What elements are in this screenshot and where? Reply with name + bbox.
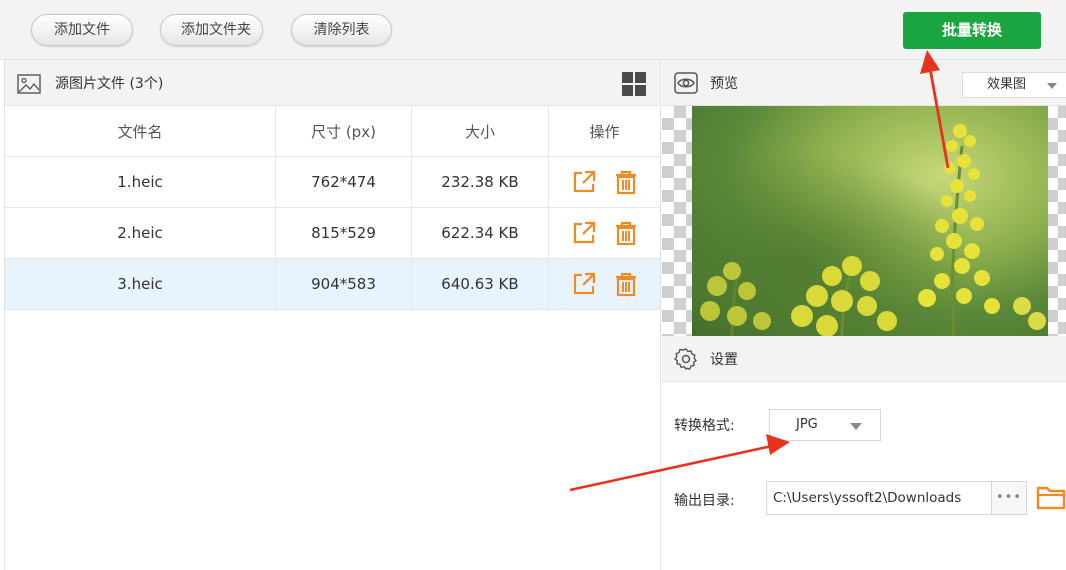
preview-header: 预览 效果图 <box>662 60 1066 106</box>
trash-icon[interactable] <box>613 271 639 297</box>
right-panel: 预览 效果图 设置 转换格式: JPG 输出目录: C:\Users\yssof… <box>662 60 1066 570</box>
file-name: 2.heic <box>5 208 276 258</box>
file-dimensions: 762*474 <box>276 157 412 207</box>
source-files-title: 源图片文件 (3个) <box>55 76 164 92</box>
file-name: 1.heic <box>5 157 276 207</box>
row-actions <box>549 208 660 258</box>
column-header-name[interactable]: 文件名 <box>5 106 276 156</box>
clear-list-button[interactable]: 清除列表 <box>291 14 392 46</box>
settings-title: 设置 <box>710 352 738 368</box>
folder-icon[interactable] <box>1036 483 1066 511</box>
open-external-icon[interactable] <box>571 271 597 297</box>
column-header-actions: 操作 <box>589 122 620 141</box>
format-value: JPG <box>796 417 818 432</box>
eye-icon <box>674 72 698 94</box>
preview-title: 预览 <box>710 76 738 92</box>
file-dimensions: 815*529 <box>276 208 412 258</box>
output-dir-label: 输出目录: <box>674 493 735 509</box>
file-size: 232.38 KB <box>412 157 549 207</box>
settings-header: 设置 <box>662 336 1066 382</box>
column-header-dimensions[interactable]: 尺寸 (px) <box>276 106 412 156</box>
add-file-button[interactable]: 添加文件 <box>31 14 133 46</box>
flower-photo <box>692 106 1048 336</box>
trash-icon[interactable] <box>613 220 639 246</box>
preview-image <box>692 106 1048 336</box>
toolbar: 添加文件 添加文件夹 清除列表 批量转换 <box>0 0 1066 60</box>
output-dir-input[interactable] <box>766 481 992 515</box>
add-folder-button[interactable]: 添加文件夹 <box>160 14 263 46</box>
table-header: 文件名 尺寸 (px) 大小 操作 <box>5 106 660 157</box>
grid-view-icon[interactable] <box>622 72 646 96</box>
file-table: 文件名 尺寸 (px) 大小 操作 1.heic 762*474 232.38 … <box>5 106 660 310</box>
preview-area <box>662 106 1066 336</box>
dropdown-arrow-icon <box>850 423 862 430</box>
file-size: 622.34 KB <box>412 208 549 258</box>
browse-dots-button[interactable]: ••• <box>992 481 1027 515</box>
row-actions <box>549 157 660 207</box>
format-select[interactable]: JPG <box>769 409 881 441</box>
source-files-header: 源图片文件 (3个) <box>5 60 660 106</box>
gear-icon <box>674 348 697 371</box>
table-row[interactable]: 3.heic 904*583 640.63 KB <box>5 259 660 310</box>
file-name: 3.heic <box>5 259 276 309</box>
source-files-panel: 源图片文件 (3个) 文件名 尺寸 (px) 大小 操作 1.heic 762*… <box>4 60 661 570</box>
trash-icon[interactable] <box>613 169 639 195</box>
open-external-icon[interactable] <box>571 220 597 246</box>
table-row[interactable]: 1.heic 762*474 232.38 KB <box>5 157 660 208</box>
row-actions <box>549 259 660 309</box>
file-dimensions: 904*583 <box>276 259 412 309</box>
image-icon <box>17 74 41 94</box>
table-row[interactable]: 2.heic 815*529 622.34 KB <box>5 208 660 259</box>
dropdown-arrow-icon <box>1047 83 1057 89</box>
format-label: 转换格式: <box>674 418 735 434</box>
column-header-size[interactable]: 大小 <box>412 106 549 156</box>
preview-mode-select[interactable]: 效果图 <box>962 72 1066 98</box>
batch-convert-button[interactable]: 批量转换 <box>903 12 1041 49</box>
file-size: 640.63 KB <box>412 259 549 309</box>
preview-mode-value: 效果图 <box>987 77 1027 92</box>
open-external-icon[interactable] <box>571 169 597 195</box>
